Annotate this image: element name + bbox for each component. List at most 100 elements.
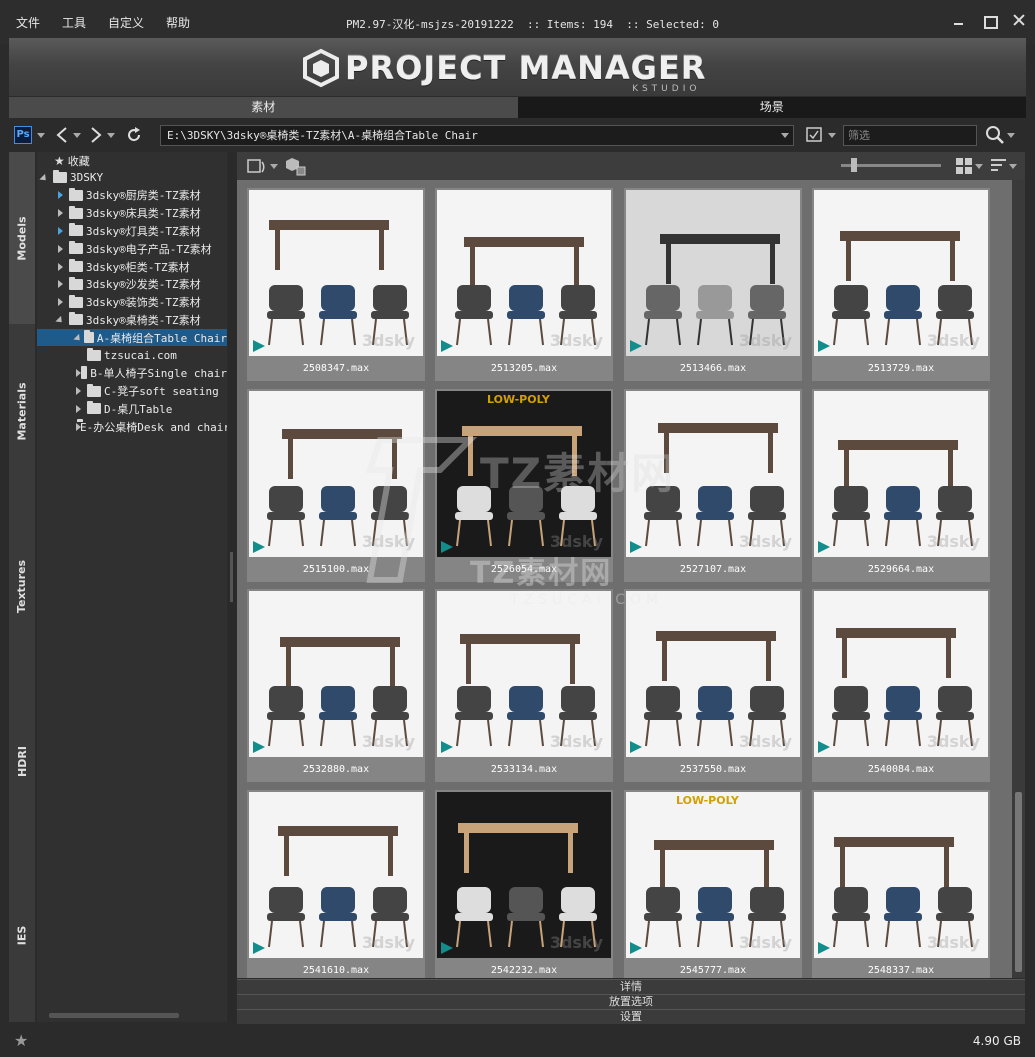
- maximize-icon[interactable]: [981, 12, 998, 29]
- brand-watermark: 3dsky: [926, 532, 980, 551]
- expand-toggle-icon[interactable]: [55, 315, 65, 325]
- grid-scrollbar[interactable]: [1012, 180, 1025, 978]
- expand-toggle-icon[interactable]: [55, 262, 65, 272]
- view-dropdown-icon[interactable]: [975, 164, 983, 170]
- back-dropdown-icon[interactable]: [73, 133, 81, 139]
- asset-grid: 3dsky 2508347.max 3dsky 2513205.max 3dsky 251…: [237, 180, 1012, 978]
- grid-scrollbar-thumb[interactable]: [1015, 792, 1022, 972]
- expand-toggle-icon[interactable]: [73, 404, 83, 414]
- expand-toggle-icon[interactable]: [55, 208, 65, 218]
- tree-node[interactable]: A-桌椅组合Table Chair: [37, 329, 227, 347]
- expand-toggle-icon[interactable]: [73, 333, 80, 343]
- tree-node[interactable]: 3dsky®柜类-TZ素材: [37, 258, 227, 275]
- photoshop-dropdown-icon[interactable]: [37, 133, 45, 139]
- tree-node[interactable]: 3dsky®桌椅类-TZ素材: [37, 311, 227, 328]
- expand-toggle-icon[interactable]: [55, 279, 65, 289]
- vtab-ies[interactable]: IES: [9, 849, 35, 1022]
- asset-thumbnail[interactable]: 3dsky 2513729.max: [812, 188, 990, 381]
- asset-thumbnail[interactable]: 3dsky 2513205.max: [435, 188, 613, 381]
- rotate-view-icon[interactable]: [245, 156, 269, 176]
- tree-node[interactable]: 3DSKY: [37, 169, 227, 186]
- brand-watermark: 3dsky: [926, 933, 980, 952]
- refresh-icon[interactable]: [125, 126, 143, 144]
- asset-thumbnail[interactable]: 3dsky 2541610.max: [247, 790, 425, 978]
- asset-filename: 2529664.max: [867, 564, 935, 575]
- asset-preview: 3dsky: [626, 391, 800, 557]
- asset-preview: 3dsky: [437, 792, 611, 958]
- path-dropdown-icon[interactable]: [781, 133, 789, 138]
- menu-tools[interactable]: 工具: [62, 14, 86, 31]
- tree-node[interactable]: 3dsky®厨房类-TZ素材: [37, 187, 227, 204]
- close-icon[interactable]: [1011, 12, 1027, 28]
- vtab-models[interactable]: Models: [9, 152, 35, 324]
- tree-node[interactable]: 3dsky®床具类-TZ素材: [37, 205, 227, 222]
- forward-dropdown-icon[interactable]: [107, 133, 115, 139]
- tree-node[interactable]: ★ 收藏: [37, 152, 227, 169]
- tree-node[interactable]: C-凳子soft seating: [37, 383, 227, 400]
- tab-assets[interactable]: 素材: [9, 97, 518, 118]
- forward-arrow-icon[interactable]: [89, 126, 103, 144]
- asset-thumbnail[interactable]: 3dsky 2508347.max: [247, 188, 425, 381]
- settings-panel-header[interactable]: 设置: [237, 1009, 1025, 1024]
- menu-file[interactable]: 文件: [16, 14, 40, 31]
- expand-toggle-icon[interactable]: [73, 386, 83, 396]
- filter-options-icon[interactable]: [805, 125, 827, 145]
- splitter[interactable]: [228, 152, 236, 1022]
- tree-node[interactable]: 3dsky®电子产品-TZ素材: [37, 240, 227, 257]
- tree-node[interactable]: B-单人椅子Single chair: [37, 365, 227, 382]
- search-icon[interactable]: [985, 125, 1005, 145]
- tree-node[interactable]: 3dsky®装饰类-TZ素材: [37, 294, 227, 311]
- splitter-handle[interactable]: [230, 552, 233, 602]
- menu-customize[interactable]: 自定义: [108, 14, 144, 31]
- tree-node[interactable]: 3dsky®沙发类-TZ素材: [37, 276, 227, 293]
- thumb-size-slider[interactable]: [851, 158, 857, 172]
- grid-view-icon[interactable]: [955, 157, 973, 175]
- asset-thumbnail[interactable]: 3dsky 2515100.max: [247, 389, 425, 582]
- asset-thumbnail[interactable]: 3dsky 2540084.max: [812, 589, 990, 782]
- rotate-dropdown-icon[interactable]: [270, 164, 278, 170]
- expand-toggle-icon[interactable]: [55, 244, 65, 254]
- asset-thumbnail[interactable]: 3dsky 2527107.max: [624, 389, 802, 582]
- tab-scenes[interactable]: 场景: [517, 97, 1026, 118]
- expand-toggle-icon[interactable]: [55, 190, 65, 200]
- sort-icon[interactable]: [990, 157, 1008, 175]
- asset-thumbnail[interactable]: LOW-POLY 3dsky 2545777.max: [624, 790, 802, 978]
- filter-dropdown-icon[interactable]: [828, 133, 836, 139]
- asset-thumbnail[interactable]: 3dsky 2529664.max: [812, 389, 990, 582]
- expand-toggle-icon[interactable]: [39, 173, 49, 183]
- minimize-icon[interactable]: [951, 12, 967, 28]
- asset-thumbnail[interactable]: 3dsky 2513466.max: [624, 188, 802, 381]
- expand-toggle-icon[interactable]: [73, 368, 82, 378]
- asset-thumbnail[interactable]: 3dsky 2548337.max: [812, 790, 990, 978]
- vtab-hdri[interactable]: HDRI: [9, 674, 35, 849]
- expand-toggle-icon[interactable]: [55, 297, 65, 307]
- vtab-textures[interactable]: Textures: [9, 499, 35, 674]
- back-arrow-icon[interactable]: [55, 126, 69, 144]
- merge-objects-icon[interactable]: [285, 155, 307, 177]
- tree-node[interactable]: E-办公桌椅Desk and chair: [37, 418, 227, 435]
- folder-icon: [81, 365, 88, 379]
- asset-preview: 3dsky: [814, 391, 988, 557]
- asset-thumbnail[interactable]: 3dsky 2533134.max: [435, 589, 613, 782]
- menu-help[interactable]: 帮助: [166, 14, 190, 31]
- brand-watermark: 3dsky: [361, 331, 415, 350]
- asset-thumbnail[interactable]: 3dsky 2542232.max: [435, 790, 613, 978]
- search-dropdown-icon[interactable]: [1007, 133, 1015, 139]
- tree-node[interactable]: D-桌几Table: [37, 400, 227, 417]
- expand-toggle-icon[interactable]: [55, 226, 65, 236]
- sort-dropdown-icon[interactable]: [1009, 164, 1017, 170]
- filter-input[interactable]: 筛选: [843, 125, 977, 146]
- tree-node[interactable]: tzsucai.com: [37, 347, 227, 364]
- photoshop-icon[interactable]: Ps: [14, 126, 32, 144]
- tree-scrollbar[interactable]: [49, 1013, 179, 1018]
- favorite-star-icon[interactable]: ★: [14, 1031, 28, 1050]
- asset-thumbnail[interactable]: LOW-POLY 3dsky 2526054.max: [435, 389, 613, 582]
- placement-options-panel-header[interactable]: 放置选项: [237, 994, 1025, 1009]
- vtab-materials[interactable]: Materials: [9, 324, 35, 499]
- asset-thumbnail[interactable]: 3dsky 2532880.max: [247, 589, 425, 782]
- details-panel-header[interactable]: 详情: [237, 979, 1025, 994]
- asset-thumbnail[interactable]: 3dsky 2537550.max: [624, 589, 802, 782]
- brand-watermark: 3dsky: [926, 732, 980, 751]
- tree-node[interactable]: 3dsky®灯具类-TZ素材: [37, 222, 227, 239]
- path-input[interactable]: E:\3DSKY\3dsky®桌椅类-TZ素材\A-桌椅组合Table Chai…: [160, 125, 794, 146]
